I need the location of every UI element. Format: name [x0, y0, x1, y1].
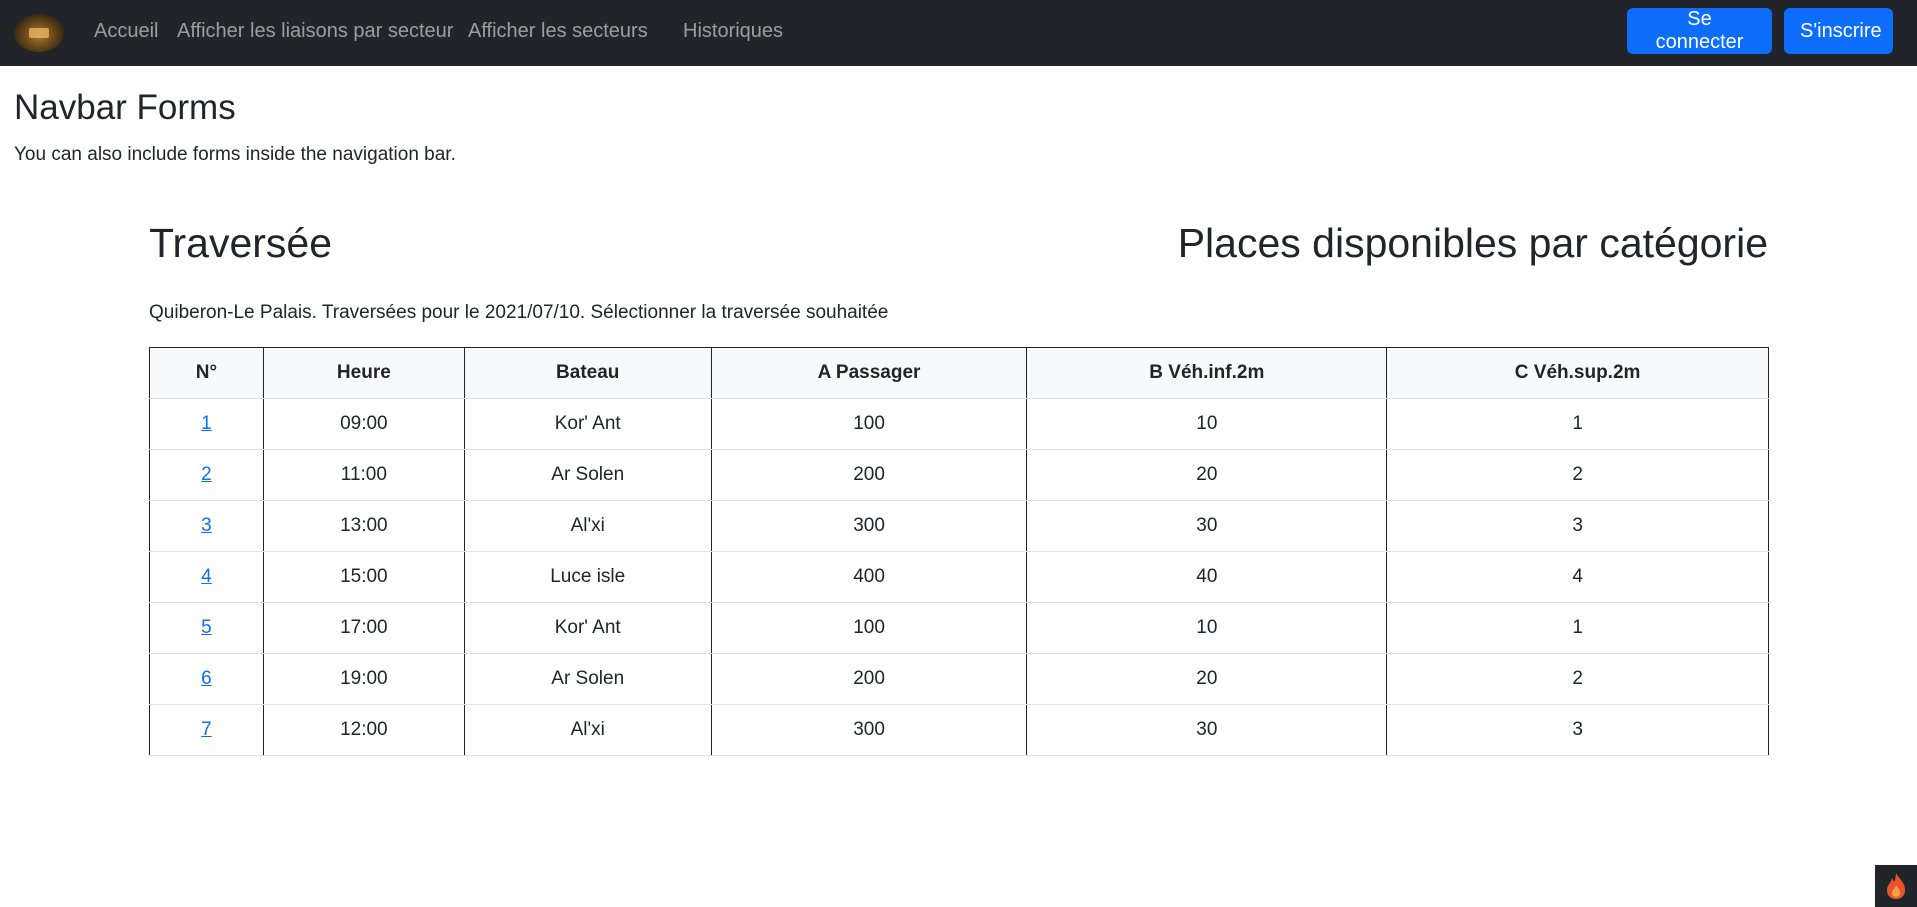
cell-vehicle-large: 3: [1386, 704, 1769, 756]
nav-link-accueil[interactable]: Accueil: [94, 20, 158, 43]
header-passenger: A Passager: [710, 347, 1027, 399]
header-boat: Bateau: [463, 347, 712, 399]
cell-boat: Kor' Ant: [463, 602, 712, 654]
cell-number: 1: [149, 398, 264, 450]
table-row: 3 13:00 Al'xi 300 30 3: [149, 500, 1769, 552]
cell-number: 5: [149, 602, 264, 654]
cell-vehicle-small: 20: [1026, 653, 1387, 705]
page-title: Navbar Forms: [14, 88, 236, 127]
login-button[interactable]: Se connecter: [1627, 8, 1772, 54]
table-row: 1 09:00 Kor' Ant 100 10 1: [149, 398, 1769, 450]
crossing-link[interactable]: 4: [201, 566, 212, 587]
cell-time: 12:00: [262, 704, 465, 756]
header-vehicle-large: C Véh.sup.2m: [1386, 347, 1769, 399]
header-number: N°: [149, 347, 264, 399]
header-time: Heure: [262, 347, 465, 399]
cell-time: 09:00: [262, 398, 465, 450]
cell-vehicle-large: 3: [1386, 500, 1769, 552]
cell-vehicle-small: 10: [1026, 602, 1387, 654]
cell-vehicle-large: 1: [1386, 602, 1769, 654]
top-navbar: Accueil Afficher les liaisons par secteu…: [0, 0, 1917, 66]
debug-toolbar-toggle[interactable]: [1875, 865, 1917, 907]
cell-passenger: 100: [710, 398, 1027, 450]
cell-passenger: 100: [710, 602, 1027, 654]
table-row: 5 17:00 Kor' Ant 100 10 1: [149, 602, 1769, 654]
cell-boat: Al'xi: [463, 500, 712, 552]
crossing-link[interactable]: 7: [201, 719, 212, 740]
available-seats-heading: Places disponibles par catégorie: [1177, 220, 1768, 266]
table-row: 7 12:00 Al'xi 300 30 3: [149, 704, 1769, 756]
cell-passenger: 200: [710, 449, 1027, 501]
crossing-description: Quiberon-Le Palais. Traversées pour le 2…: [149, 302, 889, 323]
table-row: 6 19:00 Ar Solen 200 20 2: [149, 653, 1769, 705]
cell-number: 7: [149, 704, 264, 756]
cell-vehicle-large: 2: [1386, 653, 1769, 705]
flame-icon: [1887, 873, 1905, 899]
cell-vehicle-small: 30: [1026, 704, 1387, 756]
cell-time: 17:00: [262, 602, 465, 654]
nav-link-liaisons-par-secteur[interactable]: Afficher les liaisons par secteur: [177, 20, 453, 43]
cell-boat: Luce isle: [463, 551, 712, 603]
crossing-heading: Traversée: [149, 220, 333, 266]
cell-passenger: 300: [710, 500, 1027, 552]
cell-vehicle-small: 40: [1026, 551, 1387, 603]
crossing-link[interactable]: 1: [201, 413, 212, 434]
cell-vehicle-large: 4: [1386, 551, 1769, 603]
cell-vehicle-small: 20: [1026, 449, 1387, 501]
crossing-link[interactable]: 5: [201, 617, 212, 638]
cell-vehicle-large: 1: [1386, 398, 1769, 450]
crossing-link[interactable]: 3: [201, 515, 212, 536]
nav-link-secteurs[interactable]: Afficher les secteurs: [468, 20, 648, 43]
cell-boat: Al'xi: [463, 704, 712, 756]
cell-boat: Ar Solen: [463, 449, 712, 501]
cell-number: 3: [149, 500, 264, 552]
cell-passenger: 300: [710, 704, 1027, 756]
crossing-link[interactable]: 2: [201, 464, 212, 485]
cell-number: 6: [149, 653, 264, 705]
cell-passenger: 200: [710, 653, 1027, 705]
ship-logo-icon[interactable]: [14, 14, 64, 52]
cell-time: 19:00: [262, 653, 465, 705]
cell-time: 13:00: [262, 500, 465, 552]
cell-passenger: 400: [710, 551, 1027, 603]
crossings-table: N° Heure Bateau A Passager B Véh.inf.2m …: [149, 347, 1769, 756]
cell-time: 11:00: [262, 449, 465, 501]
table-header-row: N° Heure Bateau A Passager B Véh.inf.2m …: [149, 347, 1769, 399]
table-row: 2 11:00 Ar Solen 200 20 2: [149, 449, 1769, 501]
cell-time: 15:00: [262, 551, 465, 603]
cell-vehicle-small: 30: [1026, 500, 1387, 552]
cell-vehicle-small: 10: [1026, 398, 1387, 450]
page-subtitle: You can also include forms inside the na…: [14, 144, 456, 165]
cell-number: 2: [149, 449, 264, 501]
cell-boat: Ar Solen: [463, 653, 712, 705]
header-vehicle-small: B Véh.inf.2m: [1026, 347, 1387, 399]
signup-button[interactable]: S'inscrire: [1784, 8, 1893, 54]
cell-boat: Kor' Ant: [463, 398, 712, 450]
table-row: 4 15:00 Luce isle 400 40 4: [149, 551, 1769, 603]
crossing-link[interactable]: 6: [201, 668, 212, 689]
cell-number: 4: [149, 551, 264, 603]
nav-link-historiques[interactable]: Historiques: [683, 20, 783, 43]
cell-vehicle-large: 2: [1386, 449, 1769, 501]
